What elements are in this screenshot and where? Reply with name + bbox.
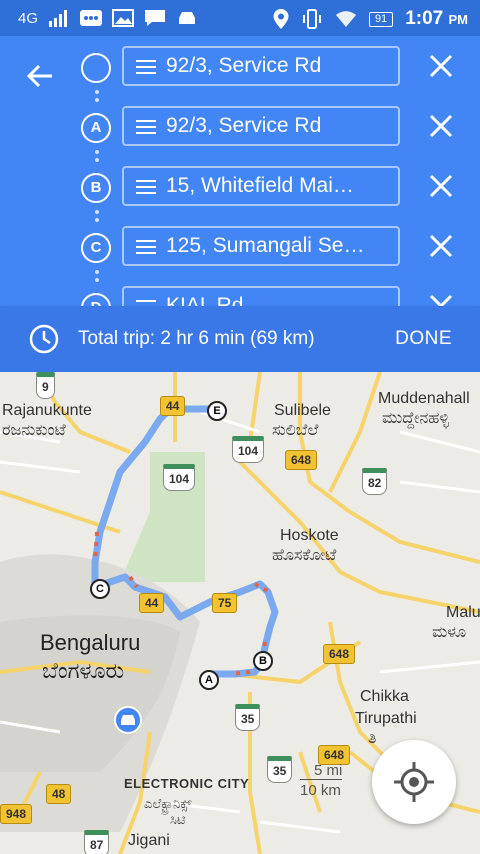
message-icon <box>145 10 166 26</box>
highway-shield: 75 <box>212 593 238 613</box>
done-button[interactable]: DONE <box>395 328 452 350</box>
place-label-bengaluru-kn: ಬೆಂಗಳೂರು <box>42 658 125 683</box>
location-icon <box>273 9 289 29</box>
highway-shield: 87 <box>84 830 110 854</box>
connector-dot <box>95 210 99 214</box>
place-label-hoskote: Hoskote <box>280 527 339 544</box>
stop-marker-b: B <box>81 173 111 203</box>
trip-summary-text: Total trip: 2 hr 6 min (69 km) <box>78 328 315 349</box>
stop-marker-c: C <box>81 233 111 263</box>
highway-shield: 948 <box>0 804 33 824</box>
stop-row-b: B 15, Whitefield Mai… <box>0 166 480 210</box>
scale-kilometers: 10 km <box>300 779 343 799</box>
status-right: 91 1:07 PM <box>273 8 468 30</box>
map-view[interactable]: Rajanukunte ರಜನುಕುಂಟೆ Sulibele ಸುಲಿಬೆಲೆ … <box>0 372 480 854</box>
stop-marker-d: D <box>81 293 111 306</box>
waypoint-b[interactable]: B <box>253 651 273 671</box>
place-label-rajanukunte-kn: ರಜನುಕುಂಟೆ <box>2 422 66 439</box>
place-label-electronic-city-kn: ಎಲೆಕ್ಟ್ರಾನಿಕ್ಸ್ <box>144 796 192 811</box>
place-label-electronic-city-kn2: ಸಿಟಿ <box>170 812 186 827</box>
stop-text: 125, Sumangali Se… <box>166 234 365 257</box>
drag-handle-icon[interactable] <box>136 120 156 134</box>
scale-miles: 5 mi <box>314 762 343 779</box>
battery-indicator: 91 <box>368 11 394 27</box>
highway-shield: 48 <box>46 784 72 804</box>
connector-dot <box>95 278 99 282</box>
highway-shield: 648 <box>285 450 318 470</box>
highway-shield: 44 <box>160 396 186 416</box>
gallery-icon <box>112 9 135 27</box>
drag-handle-icon[interactable] <box>136 180 156 194</box>
highway-shield: 35 <box>235 704 261 731</box>
waypoint-e[interactable]: E <box>207 401 227 421</box>
route-stops-panel: 92/3, Service Rd A 92/3, Service Rd B 15… <box>0 36 480 306</box>
highway-shield: 9 <box>36 372 55 399</box>
drag-handle-icon[interactable] <box>136 240 156 254</box>
stop-field-d[interactable]: KIAL Rd <box>122 286 400 306</box>
place-label-muddenahalli: Muddenahall <box>378 390 470 407</box>
wifi-icon <box>335 11 356 27</box>
stop-text: 92/3, Service Rd <box>166 114 322 137</box>
status-bar: 4G 91 1:07 PM <box>0 0 480 36</box>
place-label-malu: Malu <box>446 604 480 621</box>
clock-icon <box>29 324 59 354</box>
connector-dot <box>95 90 99 94</box>
place-label-bengaluru: Bengaluru <box>40 630 141 655</box>
trip-summary-bar: Total trip: 2 hr 6 min (69 km) DONE <box>0 306 480 372</box>
remove-stop-icon[interactable] <box>428 53 454 79</box>
remove-stop-icon[interactable] <box>428 173 454 199</box>
place-label-rajanukunte: Rajanukunte <box>2 402 92 419</box>
place-label-jigani: Jigani <box>128 832 170 849</box>
stop-text: 15, Whitefield Mai… <box>166 174 354 197</box>
highway-shield: 648 <box>323 644 356 664</box>
stop-row-origin: 92/3, Service Rd <box>0 46 480 90</box>
waypoint-c[interactable]: C <box>90 579 110 599</box>
stop-field-a[interactable]: 92/3, Service Rd <box>122 106 400 146</box>
place-label-sulibele: Sulibele <box>274 402 331 419</box>
connector-dot <box>95 270 99 274</box>
stop-marker-a: A <box>81 113 111 143</box>
highway-shield: 104 <box>163 464 196 491</box>
highway-shield: 82 <box>362 468 388 495</box>
signal-icon <box>49 10 68 27</box>
stop-text: 92/3, Service Rd <box>166 54 322 77</box>
remove-stop-icon[interactable] <box>428 293 454 306</box>
my-location-button[interactable] <box>372 740 456 824</box>
place-label-tirupathi: Tirupathi <box>355 710 417 727</box>
remove-stop-icon[interactable] <box>428 113 454 139</box>
connector-dot <box>95 98 99 102</box>
drag-handle-icon[interactable] <box>136 60 156 74</box>
place-label-sulibele-kn: ಸುಲಿಬೆಲೆ <box>272 422 319 439</box>
waypoint-a[interactable]: A <box>199 670 219 690</box>
car-icon <box>121 715 135 725</box>
stop-row-d: D KIAL Rd <box>0 286 480 306</box>
highway-shield: 44 <box>139 593 165 613</box>
connector-dot <box>95 158 99 162</box>
connector-dot <box>95 150 99 154</box>
place-label-malu-kn: ಮಳೂ <box>432 624 467 641</box>
place-label-muddenahalli-kn: ಮುದ್ದೇನಹಳ್ಳಿ <box>382 410 450 427</box>
map-scale: 5 mi 10 km <box>252 762 343 799</box>
stop-field-b[interactable]: 15, Whitefield Mai… <box>122 166 400 206</box>
clock-time: 1:07 PM <box>405 8 468 29</box>
car-mode-icon <box>179 12 196 24</box>
connector-dot <box>95 218 99 222</box>
current-location-car <box>114 706 142 734</box>
vibrate-icon <box>302 9 321 29</box>
network-label: 4G <box>18 9 39 27</box>
more-icon <box>80 10 103 26</box>
place-label-hoskote-kn: ಹೊಸಕೋಟೆ <box>272 547 337 564</box>
stop-marker-origin <box>81 53 111 83</box>
stop-row-a: A 92/3, Service Rd <box>0 106 480 150</box>
stop-row-c: C 125, Sumangali Se… <box>0 226 480 270</box>
remove-stop-icon[interactable] <box>428 233 454 259</box>
place-label-chikka: Chikka <box>360 688 409 705</box>
status-left: 4G <box>18 9 198 27</box>
stop-field-origin[interactable]: 92/3, Service Rd <box>122 46 400 86</box>
place-label-electronic-city: ELECTRONIC CITY <box>124 776 250 791</box>
stop-text: KIAL Rd <box>166 294 244 306</box>
crosshair-icon <box>394 762 434 802</box>
highway-shield: 104 <box>232 436 265 463</box>
stop-field-c[interactable]: 125, Sumangali Se… <box>122 226 400 266</box>
